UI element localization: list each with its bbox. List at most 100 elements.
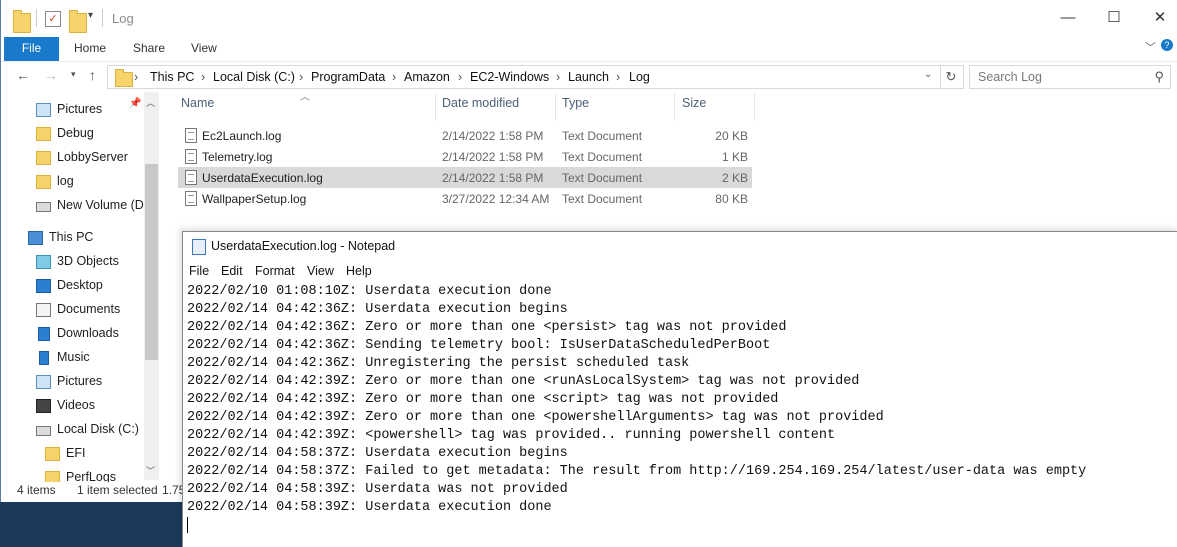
- drive-icon: [36, 426, 51, 436]
- breadcrumb-ec2-windows[interactable]: EC2-Windows: [470, 70, 549, 84]
- computer-icon: [28, 231, 43, 245]
- close-button[interactable]: ✕: [1145, 6, 1175, 30]
- refresh-button[interactable]: ↻: [939, 65, 964, 89]
- nav-scrollbar[interactable]: ︿ ﹀: [144, 92, 159, 480]
- nav-item-label: PerfLogs: [66, 470, 117, 482]
- breadcrumb-programdata[interactable]: ProgramData: [311, 70, 385, 84]
- menu-file[interactable]: File: [189, 264, 209, 278]
- customize-quick-access-icon[interactable]: ▾: [88, 10, 93, 28]
- scroll-thumb[interactable]: [145, 164, 158, 360]
- forward-arrow-icon[interactable]: →: [44, 67, 58, 83]
- nav-item-label: Local Disk (C:): [57, 422, 139, 436]
- nav-item-label: LobbyServer: [57, 150, 128, 164]
- column-header-date-modified[interactable]: Date modified: [442, 96, 519, 118]
- navigation-pane: Pictures Debug LobbyServer log New Volume (D…: [1, 92, 159, 482]
- status-item-count: 4 items: [17, 483, 56, 497]
- nav-item-label: Music: [57, 350, 90, 364]
- pictures-icon: [36, 103, 51, 117]
- column-header-type[interactable]: Type: [562, 96, 589, 118]
- divider: [102, 9, 103, 27]
- column-divider[interactable]: [754, 93, 755, 121]
- scroll-up-icon[interactable]: ︿: [146, 96, 155, 109]
- minimize-button[interactable]: —: [1053, 6, 1083, 30]
- breadcrumb-separator: ›: [201, 70, 206, 84]
- column-header-name[interactable]: Name: [181, 96, 214, 118]
- maximize-button[interactable]: ☐: [1099, 6, 1129, 30]
- folder-icon: [36, 175, 51, 189]
- breadcrumb-log[interactable]: Log: [629, 70, 650, 84]
- file-date-modified: 2/14/2022 1:58 PM: [442, 171, 544, 185]
- file-size: 80 KB: [715, 192, 748, 206]
- file-date-modified: 2/14/2022 1:58 PM: [442, 150, 544, 164]
- address-row: ← → ▾ ↑ › This PC › Local Disk (C:) › Pr…: [1, 62, 1177, 90]
- new-folder-icon[interactable]: [69, 10, 87, 33]
- notepad-text-area[interactable]: 2022/02/10 01:08:10Z: Userdata execution…: [187, 283, 1086, 517]
- text-document-icon: [185, 149, 197, 164]
- breadcrumb-launch[interactable]: Launch: [568, 70, 609, 84]
- nav-item-label: Documents: [57, 302, 121, 316]
- nav-item-label: Videos: [57, 398, 95, 412]
- column-divider[interactable]: [555, 93, 556, 121]
- sort-ascending-icon: ︿: [300, 92, 310, 103]
- file-row[interactable]: UserdataExecution.log 2/14/2022 1:58 PM Te…: [178, 167, 752, 188]
- menu-view[interactable]: View: [307, 264, 334, 278]
- search-placeholder: Search Log: [978, 70, 1042, 84]
- nav-item-label: New Volume (D:): [57, 198, 152, 212]
- tab-share[interactable]: Share: [133, 37, 165, 61]
- file-date-modified: 2/14/2022 1:58 PM: [442, 129, 544, 143]
- tab-view[interactable]: View: [191, 37, 217, 61]
- menu-help[interactable]: Help: [346, 264, 372, 278]
- ribbon: File Home Share View ﹀ ?: [1, 37, 1177, 62]
- back-arrow-icon[interactable]: ←: [16, 67, 30, 83]
- status-selection: 1 item selected: [77, 483, 158, 497]
- expand-ribbon-icon[interactable]: ﹀: [1145, 37, 1156, 61]
- breadcrumb-local-disk[interactable]: Local Disk (C:): [213, 70, 295, 84]
- address-dropdown-icon[interactable]: ⌄: [924, 69, 932, 80]
- up-arrow-icon[interactable]: ↑: [89, 67, 96, 83]
- file-name: Ec2Launch.log: [202, 129, 282, 143]
- help-icon[interactable]: ?: [1161, 39, 1173, 51]
- folder-icon: [45, 447, 60, 461]
- tab-file[interactable]: File: [4, 37, 59, 61]
- breadcrumb-separator: ›: [616, 70, 621, 84]
- breadcrumb-separator: ›: [299, 70, 304, 84]
- breadcrumb-this-pc[interactable]: This PC: [150, 70, 194, 84]
- file-name: Telemetry.log: [202, 150, 273, 164]
- column-divider[interactable]: [674, 93, 675, 121]
- nav-item-label: Pictures: [57, 374, 103, 388]
- menu-edit[interactable]: Edit: [221, 264, 243, 278]
- pictures-icon: [36, 375, 51, 389]
- text-caret: [187, 517, 188, 533]
- file-size: 1 KB: [721, 150, 748, 164]
- file-type: Text Document: [562, 129, 643, 143]
- menu-format[interactable]: Format: [255, 264, 295, 278]
- file-type: Text Document: [562, 171, 643, 185]
- music-icon: [39, 351, 49, 365]
- column-divider[interactable]: [435, 93, 436, 121]
- breadcrumb-amazon[interactable]: Amazon: [404, 70, 450, 84]
- recent-locations-icon[interactable]: ▾: [71, 69, 76, 80]
- nav-item-label: Downloads: [57, 326, 119, 340]
- nav-item-label: log: [57, 174, 74, 188]
- file-size: 20 KB: [715, 129, 748, 143]
- folder-icon: [36, 127, 51, 141]
- file-row[interactable]: WallpaperSetup.log 3/27/2022 12:34 AM Text…: [178, 188, 752, 209]
- folder-icon: [115, 69, 133, 87]
- search-input[interactable]: Search Log ⚲: [969, 65, 1171, 89]
- scroll-down-icon[interactable]: ﹀: [146, 464, 155, 477]
- breadcrumb-separator: ›: [392, 70, 397, 84]
- file-row[interactable]: Ec2Launch.log 2/14/2022 1:58 PM Text Docum…: [178, 125, 752, 146]
- file-row[interactable]: Telemetry.log 2/14/2022 1:58 PM Text Docum…: [178, 146, 752, 167]
- divider: [36, 9, 37, 27]
- text-document-icon: [185, 128, 197, 143]
- address-bar[interactable]: › This PC › Local Disk (C:) › ProgramDat…: [107, 65, 941, 89]
- file-type: Text Document: [562, 150, 643, 164]
- properties-icon[interactable]: ✓: [45, 11, 61, 27]
- documents-icon: [36, 303, 51, 317]
- nav-item-label: 3D Objects: [57, 254, 119, 268]
- nav-item-label: EFI: [66, 446, 86, 460]
- notepad-window: UserdataExecution.log - Notepad File Edi…: [182, 231, 1177, 547]
- file-name: UserdataExecution.log: [202, 171, 323, 185]
- tab-home[interactable]: Home: [74, 37, 106, 61]
- column-header-size[interactable]: Size: [682, 96, 706, 118]
